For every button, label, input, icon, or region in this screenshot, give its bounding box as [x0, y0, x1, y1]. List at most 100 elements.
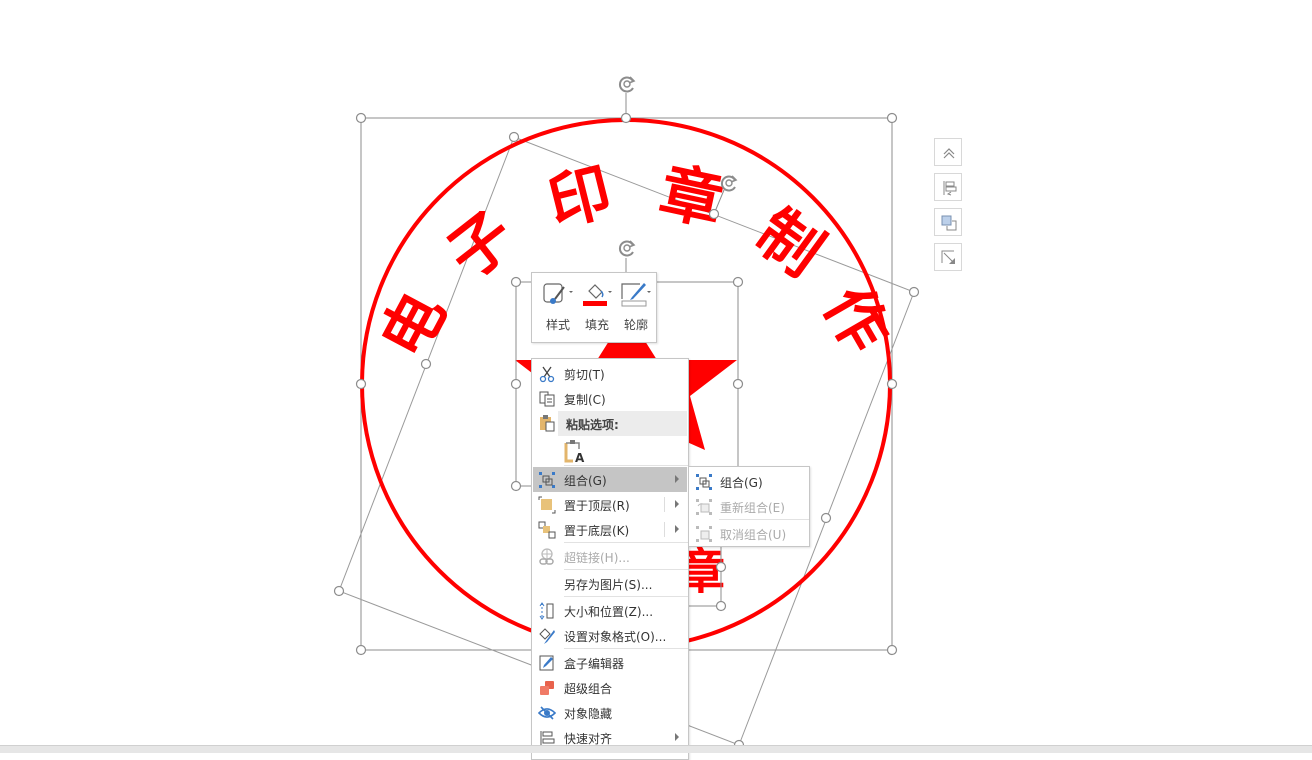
ungroup-icon	[696, 526, 712, 542]
svg-text:A: A	[575, 451, 585, 463]
seal-char: 印	[541, 154, 619, 240]
resize-handle[interactable]	[508, 131, 520, 143]
resize-handle[interactable]	[510, 480, 522, 492]
mini-toolbar: 样式 填充 轮廓	[531, 272, 657, 343]
menu-item-hyperlink[interactable]: 超链接(H)...	[533, 544, 687, 569]
bring-to-front-icon	[538, 496, 556, 514]
rotate-handle[interactable]	[619, 76, 636, 93]
submenu-arrow-icon	[675, 475, 679, 483]
resize-handle[interactable]	[908, 286, 920, 298]
menu-item-send-to-back[interactable]: 置于底层(K)	[533, 517, 687, 542]
submenu-item-ungroup[interactable]: 取消组合(U)	[690, 521, 808, 546]
menu-item-label: 设置对象格式(O)...	[564, 630, 667, 644]
resize-button[interactable]	[934, 243, 962, 271]
menu-item-save-as-picture[interactable]: 另存为图片(S)...	[533, 571, 687, 596]
menu-item-bring-to-front[interactable]: 置于顶层(R)	[533, 492, 687, 517]
copy-icon	[539, 391, 555, 407]
rotate-handle[interactable]	[619, 240, 636, 257]
submenu-item-group[interactable]: 组合(G)	[690, 469, 808, 494]
resize-handle[interactable]	[355, 112, 367, 124]
menu-item-label: 超链接(H)...	[564, 551, 630, 565]
super-group-icon	[540, 681, 554, 695]
menu-separator	[564, 596, 688, 597]
menu-item-label: 盒子编辑器	[564, 657, 625, 671]
menu-separator	[564, 465, 688, 466]
menu-item-box-editor[interactable]: 盒子编辑器	[533, 650, 687, 675]
wrap-text-icon	[941, 215, 957, 231]
resize-handle[interactable]	[708, 208, 720, 220]
resize-icon	[941, 250, 955, 264]
resize-handle[interactable]	[820, 512, 832, 524]
send-to-back-icon	[538, 521, 556, 539]
outline-button[interactable]: 轮廓	[614, 277, 652, 337]
resize-handle[interactable]	[886, 378, 898, 390]
submenu-arrow-icon	[675, 733, 679, 741]
menu-item-group[interactable]: 组合(G)	[533, 467, 687, 492]
menu-separator	[564, 648, 688, 649]
format-object-icon	[539, 628, 555, 644]
fill-bucket-icon	[583, 284, 612, 306]
menu-split-separator	[664, 497, 665, 512]
fill-button[interactable]: 填充	[575, 277, 613, 337]
menu-split-separator	[664, 522, 665, 537]
resize-handle[interactable]	[620, 112, 632, 124]
seal-char: 电	[366, 280, 460, 369]
paste-keep-text-only-button[interactable]: A	[533, 437, 687, 465]
shape-style-label: 样式	[545, 318, 570, 332]
menu-item-label: 置于顶层(R)	[564, 499, 630, 513]
group-icon	[539, 472, 555, 488]
hyperlink-icon	[539, 548, 554, 565]
collapse-button[interactable]	[934, 138, 962, 166]
menu-item-size-position[interactable]: 大小和位置(Z)...	[533, 598, 687, 623]
layout-options-icon	[943, 181, 957, 196]
wrap-text-button[interactable]	[934, 208, 962, 236]
resize-handle[interactable]	[715, 600, 727, 612]
resize-handle[interactable]	[886, 112, 898, 124]
group-submenu: 组合(G) 重新组合(E) 取消组合(U)	[688, 466, 810, 547]
outline-label: 轮廓	[623, 318, 648, 332]
menu-item-format-object[interactable]: 设置对象格式(O)...	[533, 623, 687, 648]
menu-item-label: 剪切(T)	[564, 368, 605, 382]
menu-item-label: 大小和位置(Z)...	[564, 605, 654, 619]
submenu-arrow-icon	[675, 500, 679, 508]
menu-item-label: 粘贴选项:	[566, 418, 619, 432]
paste-text-only-icon: A	[564, 440, 585, 463]
resize-handle[interactable]	[510, 276, 522, 288]
menu-item-cut[interactable]: 剪切(T)	[533, 361, 687, 386]
menu-separator	[719, 519, 809, 520]
fill-label: 填充	[584, 318, 609, 332]
menu-item-super-group[interactable]: 超级组合	[533, 675, 687, 700]
menu-item-copy[interactable]: 复制(C)	[533, 386, 687, 411]
regroup-icon	[696, 499, 712, 515]
hide-object-icon	[538, 706, 556, 720]
paste-options-header: 粘贴选项:	[558, 411, 687, 436]
group-icon	[696, 474, 712, 490]
resize-handle[interactable]	[355, 644, 367, 656]
menu-item-label: 置于底层(K)	[564, 524, 630, 538]
resize-handle[interactable]	[510, 378, 522, 390]
shape-style-button[interactable]: 样式	[536, 277, 574, 337]
resize-handle[interactable]	[355, 378, 367, 390]
submenu-item-label: 重新组合(E)	[720, 501, 785, 515]
menu-item-label: 超级组合	[564, 682, 613, 696]
layout-options-button[interactable]	[934, 173, 962, 201]
paste-icon	[540, 415, 555, 432]
shape-style-icon	[543, 283, 573, 304]
resize-handle[interactable]	[420, 358, 432, 370]
resize-handle[interactable]	[732, 276, 744, 288]
menu-separator	[564, 569, 688, 570]
resize-handle[interactable]	[732, 378, 744, 390]
context-menu: 剪切(T) 复制(C) 粘贴选项: A 组合(G) 置于顶层(R) 置于底层(K…	[531, 358, 689, 760]
menu-separator	[564, 542, 688, 543]
resize-handle[interactable]	[715, 561, 727, 573]
menu-item-hide-object[interactable]: 对象隐藏	[533, 700, 687, 725]
resize-handle[interactable]	[886, 644, 898, 656]
submenu-item-regroup[interactable]: 重新组合(E)	[690, 494, 808, 519]
menu-item-label: 对象隐藏	[564, 707, 613, 721]
menu-item-label: 组合(G)	[564, 474, 607, 488]
submenu-item-label: 组合(G)	[720, 476, 763, 490]
resize-handle[interactable]	[333, 585, 345, 597]
submenu-item-label: 取消组合(U)	[720, 528, 787, 542]
collapse-icon	[943, 148, 955, 159]
seal-char: 章	[654, 155, 730, 239]
